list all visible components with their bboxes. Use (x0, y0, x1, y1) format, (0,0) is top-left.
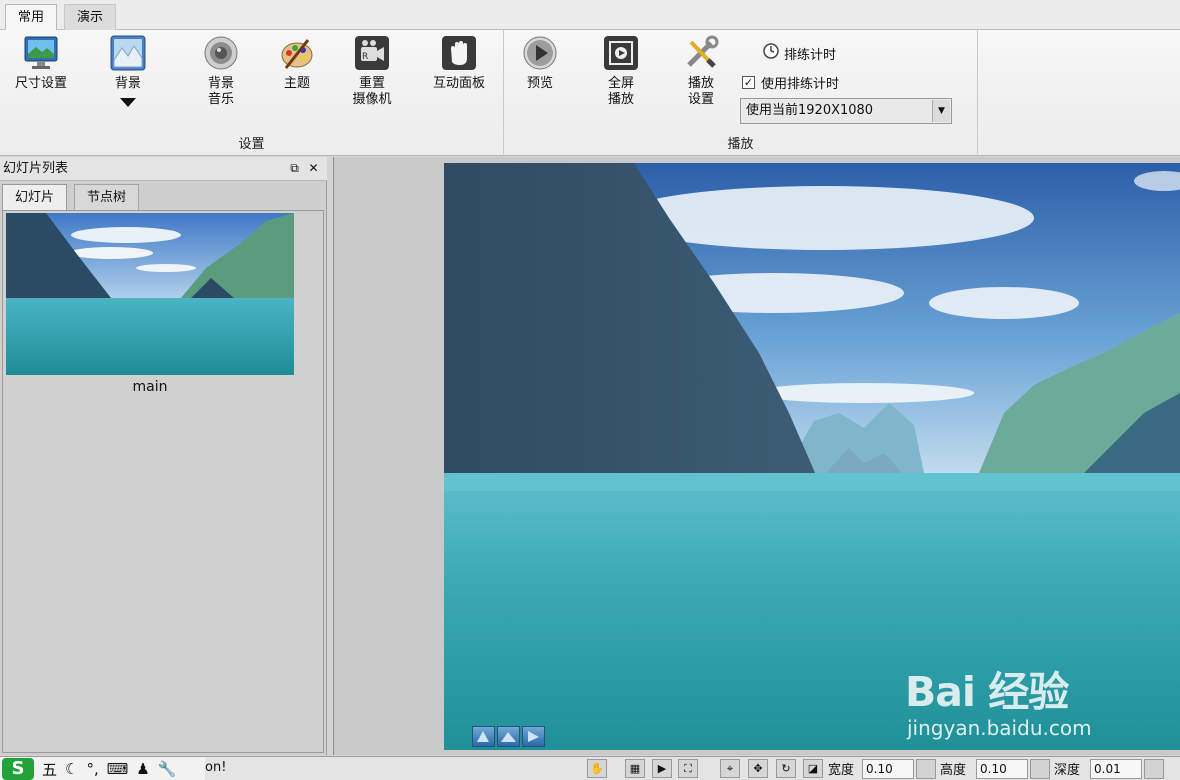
ribbon-tab-bar: 常用 演示 (0, 0, 1180, 31)
use-rehearse-timing-checkbox[interactable]: ✓ 使用排练计时 (742, 73, 839, 92)
fullscreen-label-1: 全屏 (607, 76, 634, 91)
height-label: 高度 (940, 763, 967, 778)
background-button[interactable]: 背景 (96, 34, 160, 107)
landscape-picture-icon (109, 34, 147, 72)
rehearse-timing-button[interactable]: 排练计时 (762, 42, 836, 64)
nav-arrow-up-icon[interactable] (497, 726, 520, 747)
keyboard-icon[interactable]: ⌨ (107, 760, 129, 778)
watermark-main: Bai 经验 (905, 668, 1069, 716)
status-message: on! (205, 760, 227, 775)
slide-list: main (2, 210, 324, 753)
tab-slides[interactable]: 幻灯片 (2, 184, 68, 210)
size-settings-button[interactable]: 尺寸设置 (6, 34, 76, 92)
panel-title-bar: 幻灯片列表 (0, 157, 327, 181)
nav-arrow-right-icon[interactable] (522, 726, 545, 747)
hand-tool-icon[interactable]: ✋ (587, 759, 607, 778)
depth-input[interactable]: 0.01 (1090, 759, 1142, 779)
ime-mode[interactable]: 五 (42, 759, 57, 780)
preview-button[interactable]: 预览 (516, 34, 564, 92)
slide-name: main (132, 379, 168, 395)
settings-group-label: 设置 (238, 137, 265, 152)
status-bar: S 五 ☾ °, ⌨ ♟ 🔧 on! ✋ ▦ ▶ ⛶ ⌖ ✥ ↻ ◪ 宽度 0.… (0, 756, 1180, 780)
ribbon: 尺寸设置 背景 背景 音乐 主题 R 重置 摄像机 互动面板 设置 预览 全屏 … (0, 30, 1180, 156)
hand-icon (440, 34, 478, 72)
settings-group: 尺寸设置 背景 背景 音乐 主题 R 重置 摄像机 互动面板 设置 (0, 30, 504, 154)
scale-icon[interactable]: ◪ (803, 759, 823, 778)
rotate-icon[interactable]: ↻ (776, 759, 796, 778)
slide-thumbnail[interactable] (6, 213, 294, 375)
checkbox-checked[interactable]: ✓ (742, 76, 755, 89)
camera-label-1: 重置 (358, 76, 385, 91)
theme-button[interactable]: 主题 (268, 34, 326, 92)
fullscreen-play-button[interactable]: 全屏 播放 (594, 34, 648, 108)
monitor-icon (22, 34, 60, 72)
palette-icon (278, 34, 316, 72)
interactive-panel-button[interactable]: 互动面板 (422, 34, 496, 92)
resolution-value: 使用当前1920X1080 (746, 103, 874, 118)
chevron-down-icon[interactable] (120, 98, 136, 107)
fullscreen-icon (602, 34, 640, 72)
user-icon[interactable]: ♟ (136, 760, 149, 778)
play-icon (521, 34, 559, 72)
grid-icon[interactable]: ▦ (625, 759, 645, 778)
size-settings-label: 尺寸设置 (14, 76, 67, 91)
watermark-url: jingyan.baidu.com (907, 716, 1092, 740)
wrench-icon[interactable]: 🔧 (158, 760, 177, 778)
music-label-2: 音乐 (207, 92, 234, 107)
interactive-panel-label: 互动面板 (432, 76, 485, 91)
punctuation-icon[interactable]: °, (86, 760, 98, 778)
panel-title: 幻灯片列表 (3, 161, 69, 176)
tab-common[interactable]: 常用 (5, 4, 58, 31)
playback-group: 预览 全屏 播放 播放 设置 排练计时 ✓ 使用排练计时 播放 (504, 30, 978, 154)
reset-camera-button[interactable]: R 重置 摄像机 (340, 34, 404, 108)
slide-list-panel: 幻灯片列表 ⧉ ✕ 幻灯片 节点树 main (0, 157, 327, 755)
move-icon[interactable]: ✥ (748, 759, 768, 778)
wrench-screwdriver-icon (682, 34, 720, 72)
playback-group-label: 播放 (727, 137, 754, 152)
playset-label-2: 设置 (687, 92, 714, 107)
playset-label-1: 播放 (687, 76, 714, 91)
width-input[interactable]: 0.10 (862, 759, 914, 779)
clock-icon (762, 42, 780, 64)
fullscreen-label-2: 播放 (607, 92, 634, 107)
float-panel-icon[interactable]: ⧉ (286, 160, 303, 177)
width-spinner[interactable] (916, 759, 936, 779)
watermark: Bai 经验 jingyan.baidu.com (905, 658, 1135, 740)
svg-text:R: R (362, 52, 368, 62)
select-tool-icon[interactable]: ⌖ (720, 759, 740, 778)
nav-arrow-left-icon[interactable] (472, 726, 495, 747)
scene-nav-arrows (472, 726, 545, 747)
rehearse-timing-label: 排练计时 (784, 47, 837, 63)
playback-settings-button[interactable]: 播放 设置 (676, 34, 726, 108)
depth-label: 深度 (1054, 763, 1081, 778)
tab-node-tree[interactable]: 节点树 (74, 184, 140, 210)
background-music-button[interactable]: 背景 音乐 (188, 34, 254, 108)
resolution-select[interactable]: 使用当前1920X1080 ▼ (740, 98, 952, 124)
sogou-logo-icon[interactable]: S (2, 758, 34, 780)
ime-toolbar: S 五 ☾ °, ⌨ ♟ 🔧 (0, 757, 205, 780)
use-rehearse-timing-label: 使用排练计时 (761, 77, 840, 92)
background-label: 背景 (114, 76, 141, 91)
dropdown-arrow-icon[interactable]: ▼ (932, 100, 950, 122)
play-small-icon[interactable]: ▶ (652, 759, 672, 778)
depth-spinner[interactable] (1144, 759, 1164, 779)
fullscreen-small-icon[interactable]: ⛶ (678, 759, 698, 778)
height-spinner[interactable] (1030, 759, 1050, 779)
music-label-1: 背景 (207, 76, 234, 91)
moon-icon[interactable]: ☾ (65, 760, 78, 778)
close-icon[interactable]: ✕ (305, 160, 322, 177)
width-label: 宽度 (828, 763, 855, 778)
tab-presentation[interactable]: 演示 (64, 4, 117, 31)
speaker-icon (202, 34, 240, 72)
camera-icon: R (353, 34, 391, 72)
preview-label: 预览 (526, 76, 553, 91)
theme-label: 主题 (283, 76, 310, 91)
height-input[interactable]: 0.10 (976, 759, 1028, 779)
camera-label-2: 摄像机 (352, 92, 392, 107)
